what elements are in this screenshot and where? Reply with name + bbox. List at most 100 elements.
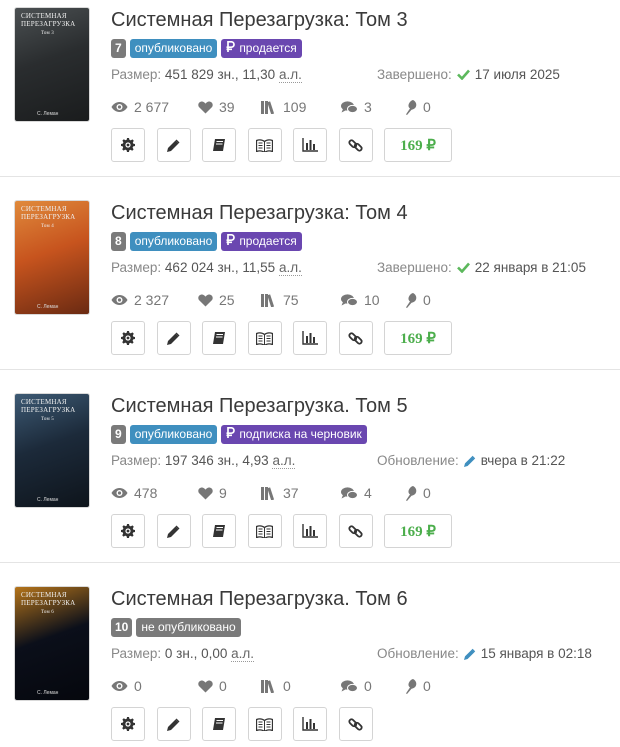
book-status: Обновление: вчера в 21:22	[377, 453, 565, 468]
cover-subtitle: Том 6	[41, 610, 54, 615]
book-icon	[212, 331, 226, 345]
stat-likes-value: 39	[219, 99, 235, 115]
stat-likes-value: 9	[219, 485, 227, 501]
reader-icon	[256, 331, 273, 345]
separator	[0, 562, 620, 563]
book-button[interactable]	[202, 514, 236, 548]
book-title-link[interactable]: Системная Перезагрузка. Том 5	[111, 394, 408, 418]
gear-icon	[121, 138, 135, 152]
stat-library: 37	[261, 485, 299, 501]
book-cover[interactable]: Системная Перезагрузка Том 5 С. Леман	[15, 394, 89, 507]
status-date: 22 января в 21:05	[474, 260, 586, 275]
book-button[interactable]	[202, 707, 236, 741]
stats-button[interactable]	[293, 321, 327, 355]
settings-button[interactable]	[111, 514, 145, 548]
size-label: Размер:	[111, 646, 162, 661]
book-button[interactable]	[202, 321, 236, 355]
views-icon	[111, 294, 128, 306]
gear-icon	[121, 717, 135, 731]
price-button[interactable]: 169 ₽	[384, 514, 452, 548]
author-sheets-abbr[interactable]: а.л.	[278, 260, 302, 276]
settings-button[interactable]	[111, 128, 145, 162]
edit-button[interactable]	[156, 707, 191, 741]
author-sheets-abbr[interactable]: а.л.	[231, 646, 255, 662]
book-status: Завершено: 17 июля 2025	[377, 67, 560, 82]
settings-button[interactable]	[111, 707, 145, 741]
stat-comments: 3	[341, 99, 372, 115]
read-button[interactable]	[247, 707, 282, 741]
publish-status-badge: опубликовано	[129, 232, 218, 251]
comments-icon	[341, 679, 358, 693]
author-sheets-abbr[interactable]: а.л.	[272, 453, 296, 469]
link-icon	[348, 717, 363, 732]
size-chars: 462 024 зн.,	[164, 260, 239, 275]
badges: 9 опубликовано подписка на черновик	[111, 425, 367, 445]
book-title-link[interactable]: Системная Перезагрузка. Том 6	[111, 587, 408, 611]
pencil-icon	[167, 718, 180, 731]
stat-library: 75	[261, 292, 299, 308]
stats-button[interactable]	[293, 707, 327, 741]
read-button[interactable]	[247, 321, 282, 355]
link-button[interactable]	[338, 514, 373, 548]
reader-icon	[256, 717, 273, 731]
sale-status-label: продается	[239, 41, 297, 55]
stat-awards-value: 0	[423, 678, 431, 694]
cover-subtitle: Том 3	[41, 31, 54, 36]
price-button[interactable]: 169 ₽	[384, 321, 452, 355]
check-icon	[456, 262, 470, 273]
sale-status-badge: продается	[221, 232, 302, 251]
chart-icon	[302, 331, 318, 345]
stats-button[interactable]	[293, 128, 327, 162]
book-button[interactable]	[202, 128, 236, 162]
settings-button[interactable]	[111, 321, 145, 355]
chapter-number-badge: 9	[111, 425, 126, 444]
book-cover[interactable]: Системная Перезагрузка Том 6 С. Леман	[15, 587, 89, 700]
library-icon	[261, 679, 277, 693]
stat-views: 478	[111, 485, 157, 501]
link-icon	[348, 524, 363, 539]
cover-subtitle: Том 5	[41, 417, 54, 422]
link-button[interactable]	[338, 128, 373, 162]
status-label: Обновление:	[377, 453, 459, 468]
book-icon	[212, 524, 226, 538]
cover-title: Системная Перезагрузка	[21, 398, 76, 414]
link-button[interactable]	[338, 707, 373, 741]
sale-status-badge: продается	[221, 39, 302, 58]
price-button[interactable]: 169 ₽	[384, 128, 452, 162]
author-sheets-abbr[interactable]: а.л.	[278, 67, 302, 83]
book-cover[interactable]: Системная Перезагрузка Том 3 С. Леман	[15, 8, 89, 121]
stats-button[interactable]	[293, 514, 327, 548]
likes-icon	[198, 680, 213, 693]
link-button[interactable]	[338, 321, 373, 355]
stat-views: 2 677	[111, 99, 169, 115]
views-icon	[111, 487, 128, 499]
stat-library-value: 0	[283, 678, 291, 694]
sale-status-label: продается	[239, 234, 297, 248]
chart-icon	[302, 717, 318, 731]
stat-library-value: 109	[283, 99, 307, 115]
read-button[interactable]	[247, 514, 282, 548]
edit-button[interactable]	[156, 321, 191, 355]
reader-icon	[256, 138, 273, 152]
stat-views: 0	[111, 678, 142, 694]
book-title-link[interactable]: Системная Перезагрузка: Том 3	[111, 8, 408, 32]
status-label: Завершено:	[377, 260, 452, 275]
pencil-icon	[463, 455, 476, 467]
awards-icon	[404, 485, 417, 501]
read-button[interactable]	[247, 128, 282, 162]
chapter-number-badge: 8	[111, 232, 126, 251]
book-title-link[interactable]: Системная Перезагрузка: Том 4	[111, 201, 408, 225]
stat-views: 2 327	[111, 292, 169, 308]
size-info: Размер: 462 024 зн., 11,55 а.л.	[111, 260, 302, 276]
size-al-value: 11,55	[242, 260, 276, 275]
cover-author: С. Леман	[37, 497, 59, 503]
book-cover[interactable]: Системная Перезагрузка Том 4 С. Леман	[15, 201, 89, 314]
cover-title: Системная Перезагрузка	[21, 12, 76, 28]
likes-icon	[198, 101, 213, 114]
size-label: Размер:	[111, 453, 162, 468]
size-al-value: 4,93	[242, 453, 269, 468]
book-status: Завершено: 22 января в 21:05	[377, 260, 586, 275]
edit-button[interactable]	[156, 514, 191, 548]
book-status: Обновление: 15 января в 02:18	[377, 646, 592, 661]
edit-button[interactable]	[156, 128, 191, 162]
